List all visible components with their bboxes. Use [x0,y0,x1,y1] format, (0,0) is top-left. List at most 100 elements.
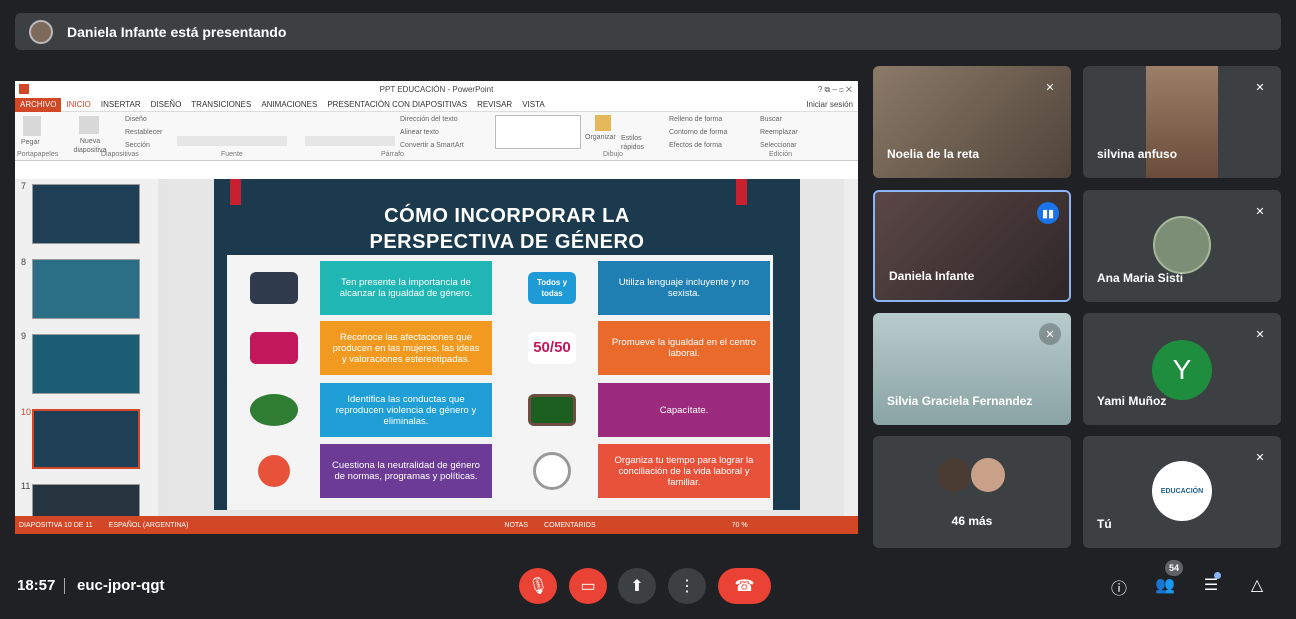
presenter-avatar [29,19,53,44]
paragraph-controls[interactable] [305,136,395,146]
thumb-number: 9 [21,331,27,341]
tab-presentacion[interactable]: PRESENTACIÓN CON DIAPOSITIVAS [322,100,472,109]
tab-revisar[interactable]: REVISAR [472,100,517,109]
more-vert-icon: ⋮ [679,578,695,595]
muted-mic-icon: ✕ [1045,81,1055,94]
meeting-details-button[interactable]: ⓘ [1107,575,1131,598]
shape-effects-button[interactable]: Efectos de forma [669,142,722,149]
tab-archivo[interactable]: ARCHIVO [15,97,62,112]
slide-thumb-8[interactable] [32,259,140,319]
more-participants-tile[interactable]: 46 más [873,436,1071,548]
people-button[interactable]: 👥 [1153,575,1177,597]
leave-call-button[interactable]: ☎ [718,568,771,604]
new-slide-icon[interactable] [79,116,99,134]
participant-name: Yami Muñoz [1097,394,1167,408]
participant-name: Noelia de la reta [887,147,980,161]
participant-tile[interactable]: ✕ Ana Maria Sisti [1083,190,1281,302]
language-indicator[interactable]: ESPAÑOL (ARGENTINA) [109,522,189,529]
card-tiempo: Organiza tu tiempo para lograr la concil… [506,444,770,498]
arrange-icon[interactable] [595,115,611,131]
shapes-gallery[interactable] [495,115,581,149]
comments-button[interactable]: COMENTARIOS [544,522,596,529]
powerpoint-window-title: PPT EDUCACIÓN - PowerPoint [379,85,494,94]
activities-icon: △ [1250,577,1264,594]
tab-animaciones[interactable]: ANIMACIONES [256,100,322,109]
participant-tile[interactable]: ✕ Silvia Graciela Fernandez [873,313,1071,425]
shape-fill-button[interactable]: Relleno de forma [669,116,722,123]
tab-inicio[interactable]: INICIO [61,100,95,109]
section-button[interactable]: Sección [125,142,150,149]
card-image [228,261,320,315]
card-image: 50/50 [506,321,598,375]
group-fuente: Fuente [221,151,243,158]
zoom-level[interactable]: 70 % [732,522,748,529]
notes-button[interactable]: NOTAS [504,522,528,529]
mic-off-icon: 🎙 [527,578,549,595]
more-participants-count: 46 más [951,514,993,528]
participant-tile-speaking[interactable]: ▮▮ Daniela Infante [873,190,1071,302]
participant-avatar [969,456,1007,494]
replace-button[interactable]: Reemplazar [760,129,798,136]
window-controls[interactable]: ? ⧉ – ◻ ✕ [818,81,852,98]
muted-mic-icon: ✕ [1255,81,1265,94]
arrange-button[interactable]: Organizar [585,134,616,141]
card-igualdad: Ten presente la importancia de alcanzar … [228,261,492,315]
shape-outline-button[interactable]: Contorno de forma [669,129,727,136]
hang-up-icon: ☎ [734,578,755,595]
group-edicion: Edición [769,151,792,158]
slide-thumb-9[interactable] [32,334,140,394]
figures-icon [250,332,298,364]
participant-name: Tú [1097,517,1112,531]
group-dibujo: Dibujo [603,151,623,158]
clock-icon [533,452,571,490]
mic-toggle-button[interactable]: 🎙 [519,568,557,604]
powerpoint-titlebar: PPT EDUCACIÓN - PowerPoint ? ⧉ – ◻ ✕ [15,81,858,98]
slide-thumb-10[interactable] [32,409,140,469]
paste-button[interactable]: Pegar [21,139,40,146]
participant-tile[interactable]: Y ✕ Yami Muñoz [1083,313,1281,425]
tab-diseno[interactable]: DISEÑO [146,100,187,109]
quick-styles-button[interactable]: Estilos rápidos [621,134,651,152]
tab-insertar[interactable]: INSERTAR [96,100,146,109]
couple-icon [250,272,298,304]
slide-title: CÓMO INCORPORAR LA PERSPECTIVA DE GÉNERO [369,205,645,253]
more-options-button[interactable]: ⋮ [668,568,706,604]
thumb-number: 7 [21,181,27,191]
activities-button[interactable]: △ [1245,575,1269,597]
speech-bubble-icon: Todos y todas [528,272,576,304]
layout-button[interactable]: Diseño [125,116,147,123]
participant-tile[interactable]: ✕ Noelia de la reta [873,66,1071,178]
speaking-indicator-icon: ▮▮ [1037,202,1059,224]
find-button[interactable]: Buscar [760,116,782,123]
camera-toggle-button[interactable]: ▭ [569,568,607,604]
card-violencia: Identifica las conductas que reproducen … [228,383,492,437]
current-slide[interactable]: CÓMO INCORPORAR LA PERSPECTIVA DE GÉNERO… [214,179,800,510]
card-text: Utiliza lenguaje incluyente y no sexista… [598,261,770,315]
card-image [228,321,320,375]
editor-scrollbar[interactable] [844,179,858,516]
thumbnail-scrollbar[interactable] [158,179,168,516]
tab-transiciones[interactable]: TRANSICIONES [186,100,256,109]
tab-vista[interactable]: VISTA [517,100,550,109]
convert-smartart-button[interactable]: Convertir a SmartArt [400,142,464,149]
slide-thumb-7[interactable] [32,184,140,244]
text-direction-button[interactable]: Dirección del texto [400,116,458,123]
self-tile[interactable]: EDUCACIÓN ✕ Tú [1083,436,1281,548]
meeting-controls-bar: 18:57 euc-jpor-qgt 🎙 ▭ ⬆ ⋮ ☎ ⓘ 👥 54 ☰ △ [0,560,1296,619]
present-button[interactable]: ⬆ [618,568,656,604]
card-text: Capacítate. [598,383,770,437]
reset-button[interactable]: Restablecer [125,129,162,136]
shared-screen: PPT EDUCACIÓN - PowerPoint ? ⧉ – ◻ ✕ ARC… [15,81,858,534]
paste-icon[interactable] [23,116,41,136]
thumb-number: 10 [21,407,32,417]
presenter-text: Daniela Infante está presentando [67,23,287,40]
sign-in-link[interactable]: Iniciar sesión [801,100,858,109]
card-text: Organiza tu tiempo para lograr la concil… [598,444,770,498]
card-image [228,444,320,498]
font-controls[interactable] [177,136,287,146]
select-button[interactable]: Seleccionar [760,142,797,149]
align-text-button[interactable]: Alinear texto [400,129,439,136]
chalkboard-icon [528,394,576,426]
gender-symbol-icon [258,455,290,487]
participant-tile[interactable]: ✕ silvina anfuso [1083,66,1281,178]
